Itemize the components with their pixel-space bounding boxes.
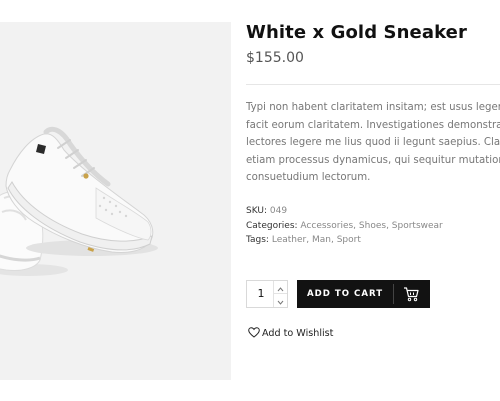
quantity-decrease-button[interactable] [274,294,287,307]
tag-link[interactable]: Leather [272,235,306,245]
categories-row: Categories: Accessories, Shoes, Sportswe… [246,219,443,234]
sku-row: SKU: 049 [246,204,443,219]
cart-icon [404,287,419,302]
description-line: lectores legere me lius quod ii legunt s… [246,137,500,148]
divider [246,84,500,85]
category-link[interactable]: Sportswear [392,221,443,231]
description-line: consuetudium lectorum. [246,172,371,183]
tag-link[interactable]: Sport [337,235,361,245]
categories-label: Categories: [246,220,298,231]
tag-link[interactable]: Man [312,235,331,245]
add-to-cart-button[interactable]: ADD TO CART [297,280,430,308]
quantity-increase-button[interactable] [274,281,287,294]
add-to-wishlist-link[interactable]: Add to Wishlist [248,327,333,341]
product-title: White x Gold Sneaker [246,22,467,43]
quantity-input[interactable]: 1 [247,281,275,307]
heart-icon [248,327,260,338]
sku-label: SKU: [246,206,267,216]
product-summary: White x Gold Sneaker $155.00 Typi non ha… [246,0,500,401]
product-description: Typi non habent claritatem insitam; est … [246,99,500,187]
wishlist-label: Add to Wishlist [262,328,334,339]
product-image[interactable] [0,22,231,380]
category-link[interactable]: Shoes [359,221,386,231]
quantity-stepper[interactable]: 1 [246,280,288,308]
product-meta: SKU: 049 Categories: Accessories, Shoes,… [246,204,443,248]
add-to-cart-label: ADD TO CART [306,289,384,299]
tags-label: Tags: [246,235,269,246]
sneaker-image [0,126,158,276]
tags-row: Tags: Leather, Man, Sport [246,233,443,248]
description-line: etiam processus dynamicus, qui sequitur … [246,154,500,166]
description-line: facit eorum claritatem. Investigationes … [246,119,500,131]
quantity-arrows [273,281,287,307]
product-price: $155.00 [246,50,304,66]
chevron-down-icon [277,300,284,305]
description-line: Typi non habent claritatem insitam; est … [246,102,500,113]
button-divider [393,284,394,304]
category-link[interactable]: Accessories [300,221,353,231]
sku-value: 049 [269,206,288,216]
